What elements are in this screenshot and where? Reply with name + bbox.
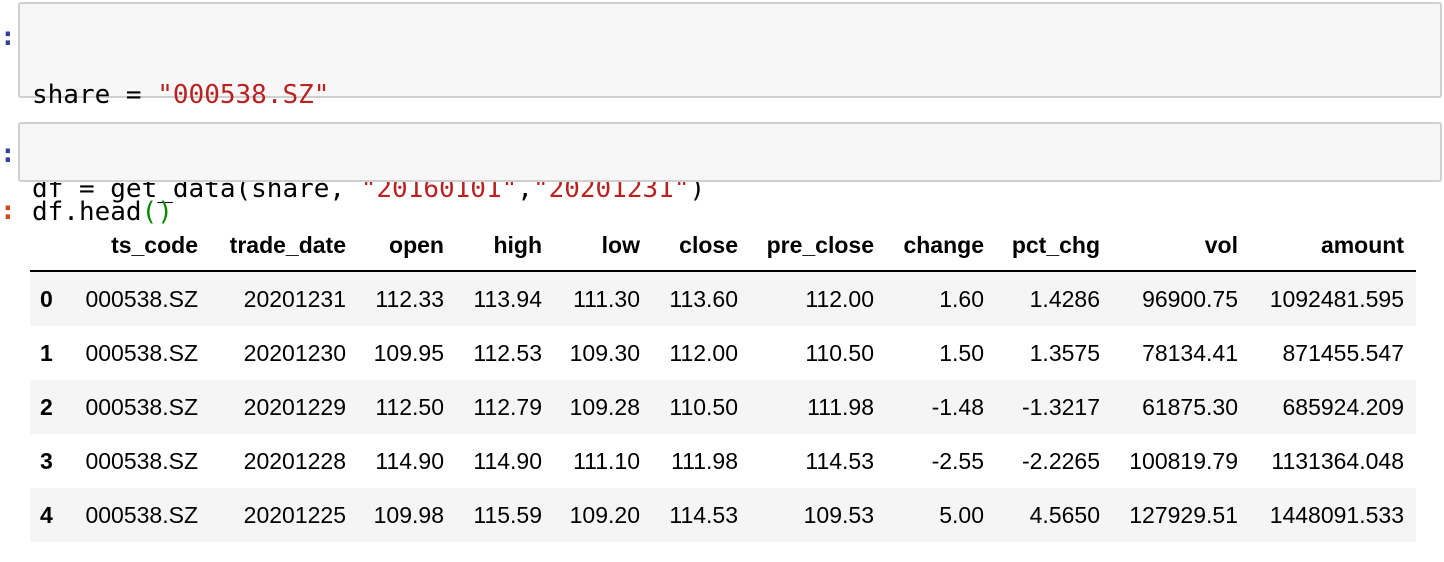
table-row: 0 000538.SZ 20201231 112.33 113.94 111.30 113.… bbox=[30, 271, 1416, 326]
code-line-1: share = "000538.SZ" bbox=[32, 78, 1440, 112]
table-cell: 114.90 bbox=[375, 447, 444, 474]
table-cell: 20201231 bbox=[243, 285, 346, 312]
column-header: close bbox=[652, 220, 750, 272]
table-cell: 127929.51 bbox=[1129, 501, 1238, 528]
column-header bbox=[30, 220, 76, 272]
code-cell-1[interactable]: share = "000538.SZ" df = get_data(share,… bbox=[18, 2, 1442, 204]
table-cell: 114.53 bbox=[805, 447, 874, 474]
table-cell: 109.30 bbox=[569, 339, 640, 366]
output-prompt: : bbox=[0, 196, 16, 226]
table-cell: 78134.41 bbox=[1142, 339, 1238, 366]
column-header: vol bbox=[1112, 220, 1250, 272]
table-cell: 1.3575 bbox=[1029, 339, 1100, 366]
table-cell: 96900.75 bbox=[1142, 285, 1238, 312]
code-cell-2[interactable]: df.head() bbox=[18, 122, 1442, 227]
table-cell: 4.5650 bbox=[1029, 501, 1100, 528]
table-cell: 1.60 bbox=[939, 285, 984, 312]
table-cell: 000538.SZ bbox=[85, 285, 198, 312]
column-header: change bbox=[886, 220, 996, 272]
table-cell: 111.30 bbox=[573, 285, 640, 312]
table-cell: 112.00 bbox=[669, 339, 738, 366]
row-index: 2 bbox=[40, 393, 53, 420]
table-cell: 112.00 bbox=[805, 285, 874, 312]
table-cell: 000538.SZ bbox=[85, 393, 198, 420]
table-cell: 109.53 bbox=[803, 501, 874, 528]
table-cell: -2.55 bbox=[931, 447, 984, 474]
table-row: 3 000538.SZ 20201228 114.90 114.90 111.10 111.… bbox=[30, 434, 1416, 488]
table-row: 2 000538.SZ 20201229 112.50 112.79 109.28 110.… bbox=[30, 380, 1416, 434]
table-cell: 000538.SZ bbox=[85, 447, 198, 474]
table-cell: -2.2265 bbox=[1021, 447, 1100, 474]
table-cell: 109.95 bbox=[373, 339, 444, 366]
table-cell: 685924.209 bbox=[1282, 393, 1404, 420]
input-prompt-1: : bbox=[0, 22, 16, 52]
table-cell: 112.79 bbox=[473, 393, 542, 420]
table-cell: -1.48 bbox=[931, 393, 984, 420]
table-cell: 110.50 bbox=[669, 393, 738, 420]
dataframe-table: ts_code trade_date open high low close p… bbox=[30, 220, 1416, 542]
table-cell: 115.59 bbox=[473, 501, 542, 528]
row-index: 3 bbox=[40, 447, 53, 474]
table-cell: 112.53 bbox=[473, 339, 542, 366]
table-cell: 1.50 bbox=[939, 339, 984, 366]
column-header: high bbox=[456, 220, 554, 272]
table-cell: 109.98 bbox=[373, 501, 444, 528]
row-index: 0 bbox=[40, 285, 53, 312]
row-index: 1 bbox=[40, 339, 53, 366]
table-cell: 61875.30 bbox=[1142, 393, 1238, 420]
table-cell: 113.60 bbox=[669, 285, 738, 312]
table-cell: 109.20 bbox=[569, 501, 640, 528]
table-cell: 112.33 bbox=[375, 285, 444, 312]
table-cell: 1131364.048 bbox=[1271, 447, 1404, 474]
table-cell: 1448091.533 bbox=[1269, 501, 1404, 528]
table-cell: 100819.79 bbox=[1129, 447, 1238, 474]
input-prompt-2: : bbox=[0, 139, 16, 169]
table-cell: 1092481.595 bbox=[1269, 285, 1404, 312]
table-cell: 20201225 bbox=[243, 501, 346, 528]
table-header-row: ts_code trade_date open high low close p… bbox=[30, 220, 1416, 272]
column-header: open bbox=[358, 220, 456, 272]
table-cell: 000538.SZ bbox=[85, 501, 198, 528]
column-header: low bbox=[554, 220, 652, 272]
column-header: pre_close bbox=[750, 220, 886, 272]
code-string: "000538.SZ" bbox=[157, 80, 330, 110]
table-cell: 109.28 bbox=[569, 393, 640, 420]
code-text: share = bbox=[32, 80, 158, 110]
column-header: pct_chg bbox=[996, 220, 1112, 272]
table-cell: 112.50 bbox=[375, 393, 444, 420]
table-cell: 20201230 bbox=[243, 339, 346, 366]
column-header: ts_code bbox=[76, 220, 210, 272]
table-cell: 20201228 bbox=[243, 447, 346, 474]
row-index: 4 bbox=[40, 501, 53, 528]
table-cell: 114.90 bbox=[473, 447, 542, 474]
table-cell: 000538.SZ bbox=[85, 339, 198, 366]
table-cell: 1.4286 bbox=[1029, 285, 1100, 312]
table-cell: 20201229 bbox=[243, 393, 346, 420]
table-cell: 113.94 bbox=[473, 285, 542, 312]
table-cell: 114.53 bbox=[669, 501, 738, 528]
column-header: trade_date bbox=[210, 220, 358, 272]
table-cell: 110.50 bbox=[805, 339, 874, 366]
table-cell: 5.00 bbox=[939, 501, 984, 528]
table-cell: -1.3217 bbox=[1021, 393, 1100, 420]
column-header: amount bbox=[1250, 220, 1416, 272]
table-cell: 111.98 bbox=[807, 393, 874, 420]
table-row: 1 000538.SZ 20201230 109.95 112.53 109.30 112.… bbox=[30, 326, 1416, 380]
table-cell: 111.98 bbox=[671, 447, 738, 474]
table-cell: 111.10 bbox=[573, 447, 640, 474]
table-row: 4 000538.SZ 20201225 109.98 115.59 109.20 114.… bbox=[30, 488, 1416, 542]
table-cell: 871455.547 bbox=[1282, 339, 1404, 366]
